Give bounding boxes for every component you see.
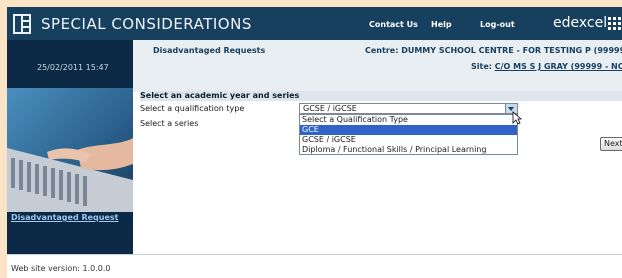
footer-divider: [7, 254, 622, 255]
option-gce[interactable]: GCE: [300, 125, 517, 135]
section-header: Select an academic year and series: [140, 91, 622, 101]
page-heading: Disadvantaged Requests: [153, 46, 266, 55]
option-diploma-functional-skills[interactable]: Diploma / Functional Skills / Principal …: [300, 145, 517, 155]
current-datetime: 25/02/2011 15:47: [37, 63, 109, 72]
sidebar-link-disadvantaged-request[interactable]: Disadvantaged Request: [11, 213, 118, 222]
contact-us-link[interactable]: Contact Us: [369, 20, 418, 29]
brand-dots-icon: [608, 17, 621, 30]
mouse-pointer-icon: [512, 111, 522, 125]
sidebar-photo: [7, 88, 133, 212]
site-info: Site: C/O MS S J GRAY (99999 - NCN: [471, 62, 622, 71]
section-title: Select an academic year and series: [140, 91, 300, 100]
brand-logo: edexcel: [553, 15, 608, 31]
centre-info: Centre: DUMMY SCHOOL CENTRE - FOR TESTIN…: [365, 46, 622, 55]
site-version: Web site version: 1.0.0.0: [11, 264, 111, 273]
site-label: Site:: [471, 62, 492, 71]
qualification-label: Select a qualification type: [140, 104, 245, 113]
site-value-link[interactable]: C/O MS S J GRAY (99999 - NCN: [495, 62, 622, 71]
app-title: SPECIAL CONSIDERATIONS: [41, 15, 252, 33]
option-gcse-igcse[interactable]: GCSE / iGCSE: [300, 135, 517, 145]
logout-link[interactable]: Log-out: [480, 20, 515, 29]
series-label: Select a series: [140, 119, 199, 128]
top-header: SPECIAL CONSIDERATIONS Contact Us Help L…: [7, 7, 622, 40]
centre-value: DUMMY SCHOOL CENTRE - FOR TESTING P (999…: [401, 46, 622, 55]
app-window: SPECIAL CONSIDERATIONS Contact Us Help L…: [7, 7, 622, 278]
qualification-selected-value: GCSE / iGCSE: [303, 104, 357, 113]
qualification-options-list: Select a Qualification Type GCE GCSE / i…: [299, 114, 518, 155]
next-button[interactable]: Next: [600, 137, 622, 151]
qualification-select[interactable]: GCSE / iGCSE: [299, 103, 518, 114]
info-bar: Disadvantaged Requests Centre: DUMMY SCH…: [133, 40, 622, 92]
option-select-qualification-type[interactable]: Select a Qualification Type: [300, 115, 517, 125]
sidebar: 25/02/2011 15:47 Disadvantaged Request: [7, 40, 133, 254]
help-link[interactable]: Help: [431, 20, 452, 29]
centre-label: Centre:: [365, 46, 399, 55]
app-logo-icon: [13, 14, 31, 34]
